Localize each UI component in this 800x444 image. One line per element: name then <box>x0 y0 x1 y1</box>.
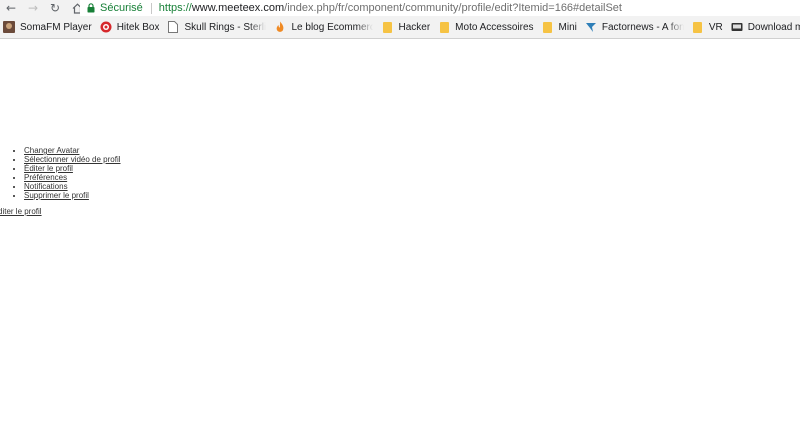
bookmark-skull-rings[interactable]: Skull Rings - Sterling <box>167 16 266 38</box>
edit-profile-heading-link[interactable]: diter le profil <box>0 207 42 216</box>
list-item: Notifications <box>24 182 121 191</box>
bookmark-factornews[interactable]: Factornews - A fond d <box>585 16 684 38</box>
list-item: Sélectionner vidéo de profil <box>24 155 121 164</box>
list-item: Supprimer le profil <box>24 191 121 200</box>
change-avatar-link[interactable]: Changer Avatar <box>24 146 79 155</box>
delete-profile-link[interactable]: Supprimer le profil <box>24 191 89 200</box>
forward-arrow-icon[interactable]: → <box>22 0 44 16</box>
list-item: Préférences <box>24 173 121 182</box>
bookmark-download-music[interactable]: Download music, mo <box>731 16 800 38</box>
page-icon <box>167 21 179 33</box>
list-item: Éditer le profil <box>24 164 121 173</box>
bookmark-label: Factornews - A fond d <box>601 21 684 33</box>
bookmark-label: Moto Accessoires <box>455 21 534 33</box>
folder-icon <box>381 21 393 33</box>
page-content: Changer Avatar Sélectionner vidéo de pro… <box>0 39 800 444</box>
bookmark-label: Mini <box>558 21 577 33</box>
bookmark-somafm[interactable]: SomaFM Player <box>3 16 92 38</box>
security-label: Sécurisé <box>100 2 143 14</box>
address-bar[interactable]: Sécurisé https://www.meeteex.com/index.p… <box>80 0 800 16</box>
list-item: Changer Avatar <box>24 146 121 155</box>
folder-icon <box>692 21 704 33</box>
flame-favicon-icon <box>274 21 286 33</box>
download-favicon-icon <box>731 21 743 33</box>
somafm-favicon-icon <box>3 21 15 33</box>
bookmark-blog-ecommerce[interactable]: Le blog Ecommerce d <box>274 16 373 38</box>
bookmark-label: Skull Rings - Sterling <box>184 21 267 33</box>
folder-icon <box>438 21 450 33</box>
edit-profile-link[interactable]: Éditer le profil <box>24 164 73 173</box>
preferences-link[interactable]: Préférences <box>24 173 67 182</box>
bookmark-label: Download music, mo <box>747 21 800 33</box>
bookmark-label: VR <box>708 21 723 33</box>
bookmark-label: Hacker <box>398 21 431 33</box>
back-arrow-icon[interactable]: ← <box>0 0 22 16</box>
bookmarks-bar: SomaFM Player Hitek Box Skull Rings - St… <box>0 16 800 39</box>
bookmark-folder-vr[interactable]: VR <box>692 16 723 38</box>
omnibox-divider <box>150 2 152 14</box>
bookmark-hitek[interactable]: Hitek Box <box>100 16 160 38</box>
browser-toolbar: ← → ↻ Sécurisé https://www.meeteex.com/i… <box>0 0 800 16</box>
select-profile-video-link[interactable]: Sélectionner vidéo de profil <box>24 155 121 164</box>
bookmark-label: Le blog Ecommerce d <box>291 21 373 33</box>
profile-menu: Changer Avatar Sélectionner vidéo de pro… <box>9 146 121 200</box>
url-scheme: https:// <box>158 2 192 14</box>
hitek-favicon-icon <box>100 21 112 33</box>
lock-icon <box>86 2 96 14</box>
folder-icon <box>542 21 554 33</box>
bookmark-label: SomaFM Player <box>20 21 92 33</box>
reload-icon[interactable]: ↻ <box>44 0 66 16</box>
notifications-link[interactable]: Notifications <box>24 182 68 191</box>
factornews-favicon-icon <box>585 21 597 33</box>
url-host: www.meeteex.com <box>191 2 285 14</box>
bookmark-label: Hitek Box <box>116 21 160 33</box>
url-path: /index.php/fr/component/community/profil… <box>284 2 622 14</box>
bookmark-folder-mini[interactable]: Mini <box>542 16 577 38</box>
bookmark-folder-moto[interactable]: Moto Accessoires <box>438 16 534 38</box>
bookmark-folder-hacker[interactable]: Hacker <box>381 16 430 38</box>
